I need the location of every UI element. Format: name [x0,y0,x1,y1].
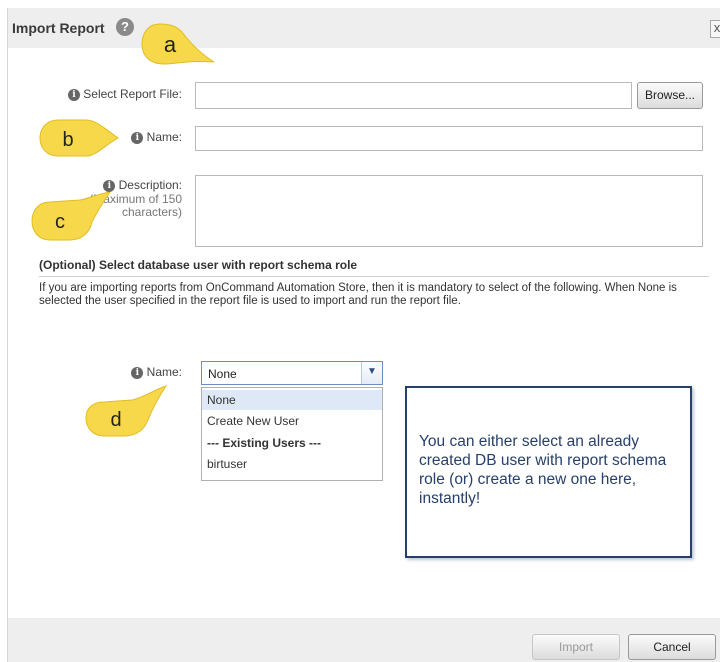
report-file-label-row: i Select Report File: [48,87,182,101]
name-input[interactable] [195,126,703,151]
annotation-bubble-a: a [141,23,215,65]
annotation-label-d: d [110,409,121,431]
info-icon: i [103,179,116,192]
description-label-row: i Description: [68,178,182,192]
report-file-label: Select Report File: [83,87,182,101]
name-label: Name: [146,130,182,144]
callout-text: You can either select an already created… [419,433,667,507]
info-icon: i [67,88,80,101]
dropdown-option-none[interactable]: None [202,390,382,410]
db-user-section-title: (Optional) Select database user with rep… [39,258,358,272]
db-user-dropdown-list: None Create New User --- Existing Users … [201,387,383,481]
description-label: Description: [118,178,182,192]
import-report-dialog: Import Report ? x i Select Report File: … [7,8,720,662]
db-user-section-text: If you are importing reports from OnComm… [39,282,677,307]
annotation-label-b: b [62,129,73,151]
description-input[interactable] [195,175,703,247]
chevron-down-icon[interactable]: ▼ [361,362,382,384]
annotation-label-c: c [55,211,65,233]
dialog-title: Import Report [12,20,105,36]
annotation-bubble-b: b [39,119,119,157]
info-icon: i [131,131,144,144]
annotation-label-a: a [164,32,177,57]
cancel-button[interactable]: Cancel [628,634,716,660]
dropdown-option-create-new-user[interactable]: Create New User [202,411,382,431]
import-button[interactable]: Import [532,634,620,660]
section-divider [39,276,709,277]
dialog-titlebar: Import Report ? x [8,8,720,48]
dropdown-option-birtuser[interactable]: birtuser [202,454,382,474]
db-user-select[interactable]: None ▼ [201,361,383,385]
report-file-input[interactable] [195,82,632,109]
annotation-bubble-d: d [85,385,168,437]
callout-box: You can either select an already created… [405,386,692,558]
browse-button[interactable]: Browse... [637,82,703,109]
help-icon[interactable]: ? [116,18,134,36]
dialog-footer: Import Cancel [8,618,720,662]
db-user-name-label-row: i Name: [108,365,182,379]
info-icon: i [131,366,144,379]
dropdown-group-existing-users: --- Existing Users --- [207,436,322,450]
db-user-select-value: None [208,367,237,381]
db-user-name-label: Name: [146,365,182,379]
close-icon[interactable]: x [710,20,720,38]
annotation-bubble-c: c [31,192,111,241]
